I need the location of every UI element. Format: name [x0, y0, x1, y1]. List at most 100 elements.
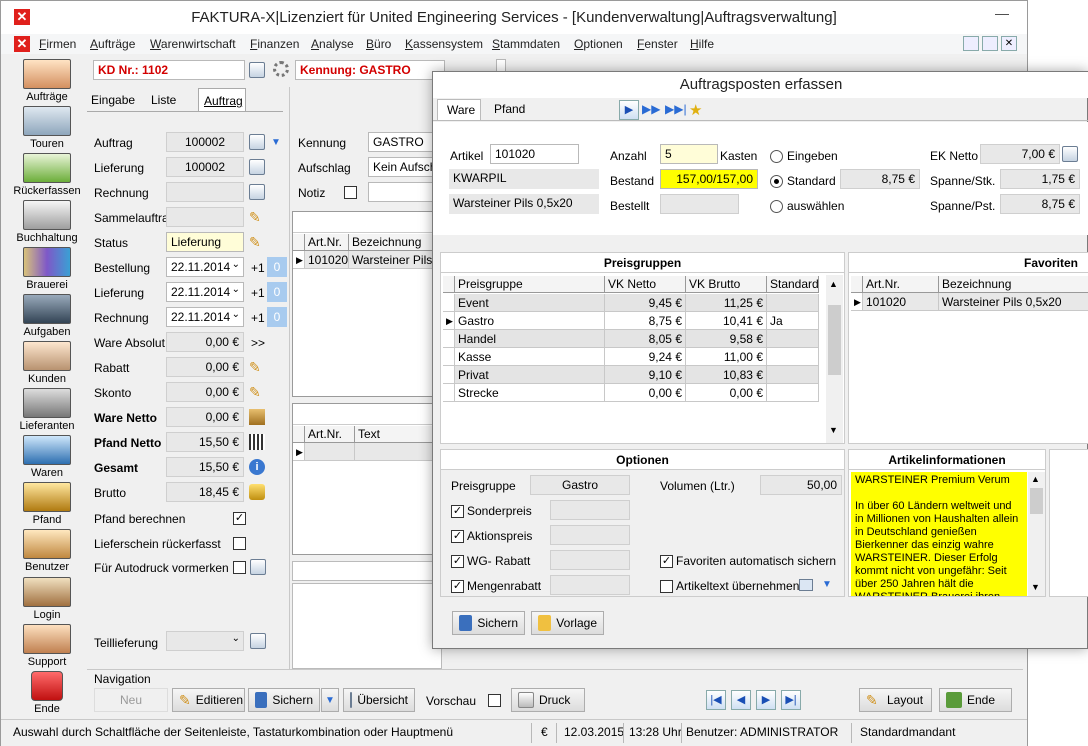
preisgruppen-cell[interactable]: 9,58 € [686, 330, 767, 348]
next-record-button[interactable]: ▶ [756, 690, 776, 710]
grid-cell-bezeichnung[interactable]: Warsteiner Pils [349, 251, 441, 269]
sidebar-item-login[interactable]: Login [10, 577, 84, 623]
menu-finanzen[interactable]: Finanzen [250, 37, 299, 51]
counter-button[interactable]: 0 [267, 257, 287, 277]
lookup-lieferung-icon[interactable] [249, 159, 265, 175]
lieferung-date-picker[interactable]: 22.11.2014 ⌄ [166, 282, 244, 302]
pencil-status-icon[interactable]: ✎ [249, 234, 265, 250]
mdi-app-icon[interactable]: ✕ [14, 36, 30, 52]
lookup-ek-icon[interactable] [1062, 146, 1078, 162]
sonderpreis-checkbox[interactable]: ✓ [451, 505, 464, 518]
tab-liste[interactable]: Liste [151, 93, 176, 107]
menu-optionen[interactable]: Optionen [574, 37, 623, 51]
preisgruppen-cell[interactable]: Privat [455, 366, 605, 384]
preisgruppen-cell[interactable]: 8,75 € [605, 312, 686, 330]
print-button[interactable]: Druck [511, 688, 585, 712]
teillieferung-select[interactable]: ⌄ [166, 631, 244, 651]
memo-field[interactable] [292, 583, 442, 669]
play-icon[interactable]: ▶ [619, 100, 639, 120]
preisgruppen-cell[interactable]: 10,41 € [686, 312, 767, 330]
sidebar-item-waren[interactable]: Waren [10, 435, 84, 481]
preisgruppen-cell[interactable]: 9,45 € [605, 294, 686, 312]
mdi-restore-icon[interactable] [982, 36, 998, 51]
preisgruppen-cell[interactable]: Strecke [455, 384, 605, 402]
tab-ware[interactable]: Ware [437, 99, 481, 121]
preisgruppen-cell[interactable]: 9,24 € [605, 348, 686, 366]
scroll-thumb[interactable] [1030, 488, 1043, 514]
kennung-select[interactable]: GASTRO [368, 132, 438, 152]
fast-forward-icon[interactable]: ▶▶ [642, 102, 660, 116]
positions-grid[interactable]: Art.Nr. Bezeichnung ▶ 101020 Warsteiner … [292, 211, 442, 397]
preisgruppen-cell[interactable]: 9,10 € [605, 366, 686, 384]
rechnung-date-picker[interactable]: 22.11.2014 ⌄ [166, 307, 244, 327]
grid-cell-artnr[interactable]: 101020 [305, 251, 349, 269]
save-dropdown-button[interactable]: ▼ [321, 688, 339, 712]
radio-standard[interactable] [770, 175, 783, 188]
notiz-checkbox[interactable] [344, 186, 357, 199]
preisgruppen-cell[interactable]: 10,83 € [686, 366, 767, 384]
menu-warenwirtschaft[interactable]: Warenwirtschaft [150, 37, 236, 51]
preisgruppen-cell[interactable]: 11,00 € [686, 348, 767, 366]
artikelinfo-text[interactable]: WARSTEINER Premium Verum In über 60 Länd… [851, 472, 1027, 596]
sidebar-item-aufgaben[interactable]: Aufgaben [10, 294, 84, 340]
lieferschein-checkbox[interactable] [233, 537, 246, 550]
menu-kassensystem[interactable]: Kassensystem [405, 37, 483, 51]
sidebar-item-buchhaltung[interactable]: Buchhaltung [10, 200, 84, 246]
scroll-thumb[interactable] [828, 305, 841, 375]
sidebar-item-support[interactable]: Support [10, 624, 84, 670]
tab-eingabe[interactable]: Eingabe [91, 93, 135, 107]
chevron-down-icon[interactable]: ▼ [822, 579, 832, 590]
sidebar-item-touren[interactable]: Touren [10, 106, 84, 152]
sidebar-item-kunden[interactable]: Kunden [10, 341, 84, 387]
menu-hilfe[interactable]: Hilfe [690, 37, 714, 51]
radio-auswaehlen[interactable] [770, 200, 783, 213]
sidebar-item-rueckerfassen[interactable]: Rückerfassen [10, 153, 84, 199]
tab-auftrag[interactable]: Auftrag [198, 88, 246, 112]
artikelinfo-scrollbar[interactable]: ▲ ▼ [1028, 472, 1045, 596]
counter-button[interactable]: 0 [267, 307, 287, 327]
prev-record-button[interactable]: ◀ [731, 690, 751, 710]
autodruck-checkbox[interactable] [233, 561, 246, 574]
last-record-button[interactable]: ▶| [781, 690, 801, 710]
preisgruppen-cell[interactable]: 8,05 € [605, 330, 686, 348]
layout-button[interactable]: ✎ Layout [859, 688, 932, 712]
table-icon[interactable] [250, 559, 266, 575]
artikeltext-checkbox[interactable] [660, 580, 673, 593]
aktionspreis-checkbox[interactable]: ✓ [451, 530, 464, 543]
chevron-down-icon[interactable]: ▼ [271, 137, 281, 148]
text-grid[interactable]: Art.Nr. Text ▶ [292, 403, 442, 555]
preisgruppen-cell[interactable]: 0,00 € [605, 384, 686, 402]
menu-buero[interactable]: Büro [366, 37, 391, 51]
lookup-auftrag-icon[interactable] [249, 134, 265, 150]
menu-fenster[interactable]: Fenster [637, 37, 678, 51]
sidebar-item-lieferanten[interactable]: Lieferanten [10, 388, 84, 434]
preisgruppen-cell[interactable] [767, 366, 819, 384]
template-button[interactable]: Vorlage [531, 611, 604, 635]
pencil-skonto-icon[interactable]: ✎ [249, 384, 265, 400]
scroll-down-icon[interactable]: ▼ [1031, 582, 1040, 592]
fav-cell-bezeichnung[interactable]: Warsteiner Pils 0,5x20 [939, 293, 1088, 311]
menu-firmen[interactable]: Firmen [39, 37, 76, 51]
mdi-close-icon[interactable]: ✕ [1001, 36, 1017, 51]
sidebar-item-pfand[interactable]: Pfand [10, 482, 84, 528]
gear-icon[interactable] [273, 61, 289, 77]
sidebar-item-brauerei[interactable]: Brauerei [10, 247, 84, 293]
mengenrabatt-checkbox[interactable]: ✓ [451, 580, 464, 593]
preisgruppen-cell[interactable]: Handel [455, 330, 605, 348]
exit-button[interactable]: Ende [939, 688, 1012, 712]
bestellung-date-picker[interactable]: 22.11.2014 ⌄ [166, 257, 244, 277]
end-icon[interactable]: ▶▶| [665, 102, 687, 116]
mdi-minimize-icon[interactable] [963, 36, 979, 51]
minimize-icon[interactable]: — [989, 5, 1015, 25]
counter-button[interactable]: 0 [267, 282, 287, 302]
dialog-save-button[interactable]: Sichern [452, 611, 525, 635]
preisgruppen-cell[interactable]: Ja [767, 312, 819, 330]
wizard-icon[interactable]: ★ [689, 101, 702, 119]
table-teillieferung-icon[interactable] [250, 633, 266, 649]
sidebar-item-ende[interactable]: Ende [10, 671, 84, 717]
book-icon[interactable] [799, 579, 813, 591]
preisgruppen-cell[interactable] [767, 348, 819, 366]
lookup-icon[interactable] [249, 62, 265, 78]
favoriten-sichern-checkbox[interactable]: ✓ [660, 555, 673, 568]
grid-cell-empty[interactable] [305, 443, 355, 461]
